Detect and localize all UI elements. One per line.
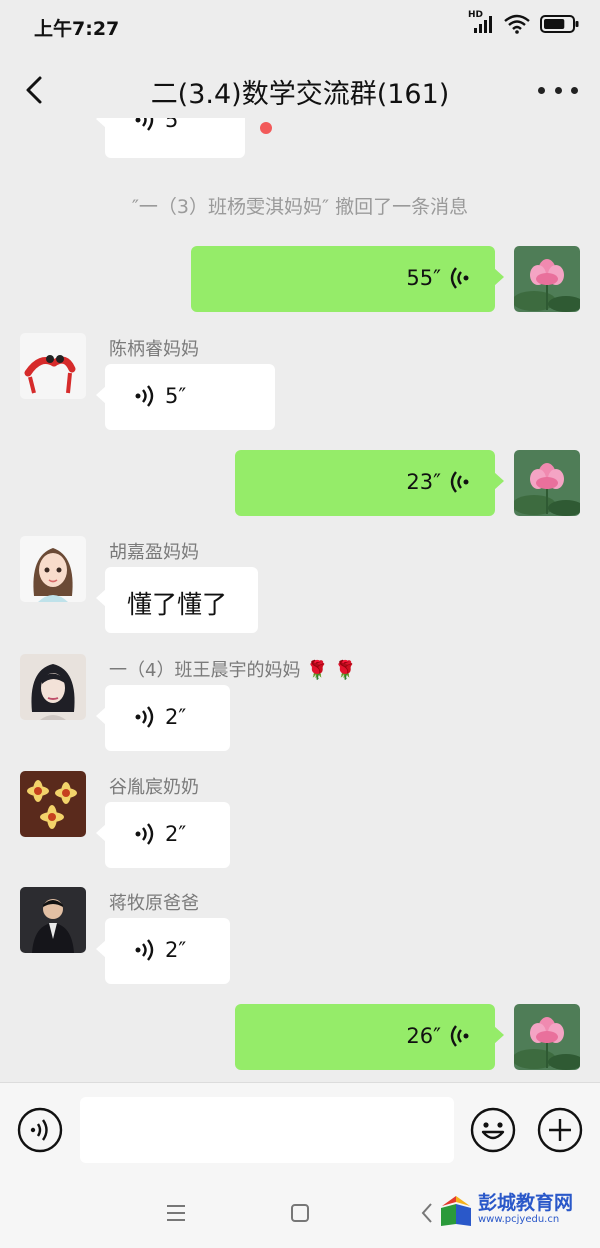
voice-wave-icon	[450, 471, 469, 493]
emoji-icon[interactable]	[470, 1107, 516, 1153]
back-triangle-icon[interactable]	[420, 1202, 434, 1224]
message-input[interactable]	[80, 1097, 454, 1163]
voice-duration: 2″	[165, 822, 187, 846]
voice-duration: 23″	[406, 470, 441, 494]
avatar-self-lotus[interactable]	[514, 450, 580, 516]
voice-duration: 5″	[165, 384, 187, 408]
input-toolbar	[0, 1082, 600, 1178]
voice-message-bubble[interactable]: 2″	[96, 918, 230, 984]
book-logo-icon	[441, 1196, 471, 1226]
sender-name: 谷胤宸奶奶	[109, 777, 199, 798]
voice-input-icon[interactable]	[17, 1107, 63, 1153]
add-icon[interactable]	[537, 1107, 583, 1153]
voice-message-bubble[interactable]: 23″	[235, 450, 504, 516]
system-nav-bar: 彭城教育网 www.pcjyedu.cn	[0, 1178, 600, 1248]
watermark-url: www.pcjyedu.cn	[478, 1214, 560, 1225]
avatar-self-lotus[interactable]	[514, 246, 580, 312]
voice-message-bubble[interactable]: 5″	[96, 364, 275, 430]
menu-icon[interactable]	[165, 1203, 187, 1223]
home-icon[interactable]	[290, 1203, 310, 1223]
sender-name: 胡嘉盈妈妈	[109, 542, 199, 563]
voice-wave-icon	[135, 385, 154, 407]
back-chevron-icon[interactable]	[18, 70, 54, 110]
voice-message-bubble[interactable]: 5″	[96, 118, 245, 158]
voice-duration: 2″	[165, 938, 187, 962]
voice-wave-icon	[450, 267, 469, 289]
unread-dot	[260, 122, 272, 134]
voice-wave-icon	[135, 939, 154, 961]
chat-title: 二(3.4)数学交流群(161)	[150, 79, 450, 110]
voice-message-bubble[interactable]: 55″	[191, 246, 504, 312]
sender-name: 蒋牧原爸爸	[109, 893, 199, 914]
voice-duration: 26″	[406, 1024, 441, 1048]
avatar-jiang[interactable]	[20, 887, 86, 953]
message-list[interactable]: 5″ ″一（3）班杨雯淇妈妈″ 撤回了一条消息 55″ 陈柄睿妈妈 5″ 23″…	[0, 118, 600, 1082]
sender-name: 一（4）班王晨宇的妈妈 🌹 🌹	[109, 656, 357, 682]
voice-duration: 2″	[165, 705, 187, 729]
voice-wave-icon	[135, 706, 154, 728]
message-text: 懂了懂了	[127, 590, 228, 619]
voice-wave-icon	[135, 823, 154, 845]
system-recall-notice: ″一（3）班杨雯淇妈妈″ 撤回了一条消息	[131, 196, 469, 218]
voice-message-bubble[interactable]: 26″	[235, 1004, 504, 1070]
voice-duration: 55″	[406, 266, 441, 290]
signal-icon: HD	[468, 10, 494, 34]
status-time: 上午7:27	[34, 18, 120, 40]
voice-message-bubble[interactable]: 2″	[96, 802, 230, 868]
wifi-icon	[504, 14, 530, 34]
battery-icon	[540, 15, 579, 33]
voice-message-bubble[interactable]: 2″	[96, 685, 230, 751]
watermark-title: 彭城教育网	[478, 1192, 574, 1214]
voice-duration: 5″	[165, 118, 187, 132]
sender-name: 陈柄睿妈妈	[109, 339, 199, 360]
status-icons: HD	[468, 10, 580, 34]
avatar-hu[interactable]	[20, 536, 86, 602]
avatar-gu[interactable]	[20, 771, 86, 837]
status-bar: 上午7:27 HD	[0, 0, 600, 52]
avatar-chen[interactable]	[20, 333, 86, 399]
text-message-bubble[interactable]: 懂了懂了	[96, 567, 258, 633]
rose-emoji: 🌹 🌹	[306, 660, 357, 681]
sender-name-text: 一（4）班王晨宇的妈妈	[109, 660, 301, 681]
more-dots-icon[interactable]	[538, 74, 578, 106]
chat-header: 二(3.4)数学交流群(161)	[0, 52, 600, 128]
watermark-logo: 彭城教育网 www.pcjyedu.cn	[438, 1188, 588, 1238]
avatar-wang[interactable]	[20, 654, 86, 720]
voice-wave-icon	[135, 118, 154, 131]
avatar-self-lotus[interactable]	[514, 1004, 580, 1070]
voice-wave-icon	[450, 1025, 469, 1047]
